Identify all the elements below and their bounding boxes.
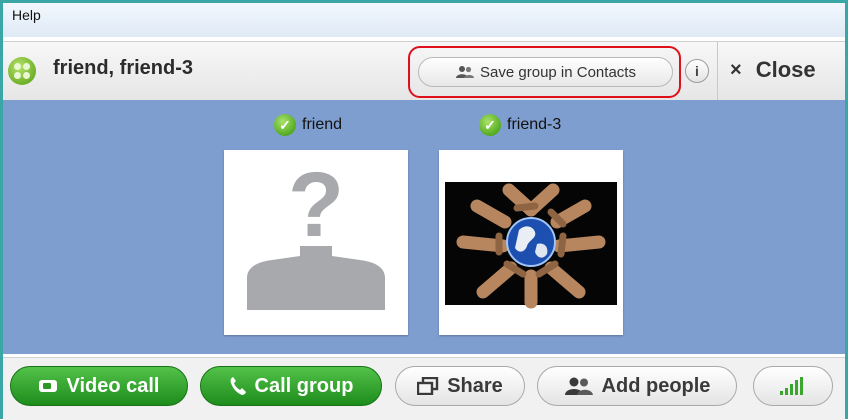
menu-bar: Help <box>3 3 845 37</box>
info-icon: i <box>695 63 699 79</box>
info-button[interactable]: i <box>685 59 709 83</box>
video-camera-icon <box>39 380 58 392</box>
participant-name-row: ✓ friend-3 <box>479 114 561 136</box>
header-divider <box>717 42 718 100</box>
group-conversation-icon <box>8 57 36 85</box>
video-call-button[interactable]: Video call <box>10 366 188 406</box>
participant-name: friend <box>302 116 343 133</box>
call-group-label: Call group <box>254 374 354 397</box>
add-people-label: Add people <box>601 374 711 397</box>
close-label: Close <box>755 57 816 82</box>
svg-text:?: ? <box>288 154 344 256</box>
conversation-title: friend, friend-3 <box>53 57 194 79</box>
call-group-button[interactable]: Call group <box>200 366 382 406</box>
signal-strength-icon <box>780 377 803 395</box>
participants-area: ✓ friend ? ✓ friend-3 <box>3 100 845 354</box>
close-button[interactable]: × Close <box>730 57 816 83</box>
participant-name: friend-3 <box>507 116 562 133</box>
call-quality-button[interactable] <box>753 366 833 406</box>
close-icon: × <box>730 58 742 81</box>
video-call-label: Video call <box>66 374 160 397</box>
conversation-header: friend, friend-3 Save group in Contacts … <box>3 41 845 101</box>
avatar-tile <box>439 150 623 335</box>
avatar-tile: ? <box>224 150 408 335</box>
call-toolbar: Video call Call group Share Add people <box>3 357 845 420</box>
people-icon <box>564 377 593 395</box>
share-button[interactable]: Share <box>395 366 525 406</box>
online-status-icon: ✓ <box>274 114 296 136</box>
globe-hands-photo <box>445 182 617 309</box>
share-windows-icon <box>417 377 439 395</box>
unknown-avatar-icon: ? <box>247 154 385 310</box>
menu-help[interactable]: Help <box>12 7 41 23</box>
save-group-in-contacts-button[interactable]: Save group in Contacts <box>418 57 673 87</box>
phone-icon <box>230 377 246 395</box>
online-status-icon: ✓ <box>479 114 501 136</box>
save-group-label: Save group in Contacts <box>480 63 636 81</box>
add-people-button[interactable]: Add people <box>537 366 737 406</box>
participant-name-row: ✓ friend <box>274 114 342 136</box>
share-label: Share <box>447 374 503 397</box>
people-icon <box>456 66 475 78</box>
